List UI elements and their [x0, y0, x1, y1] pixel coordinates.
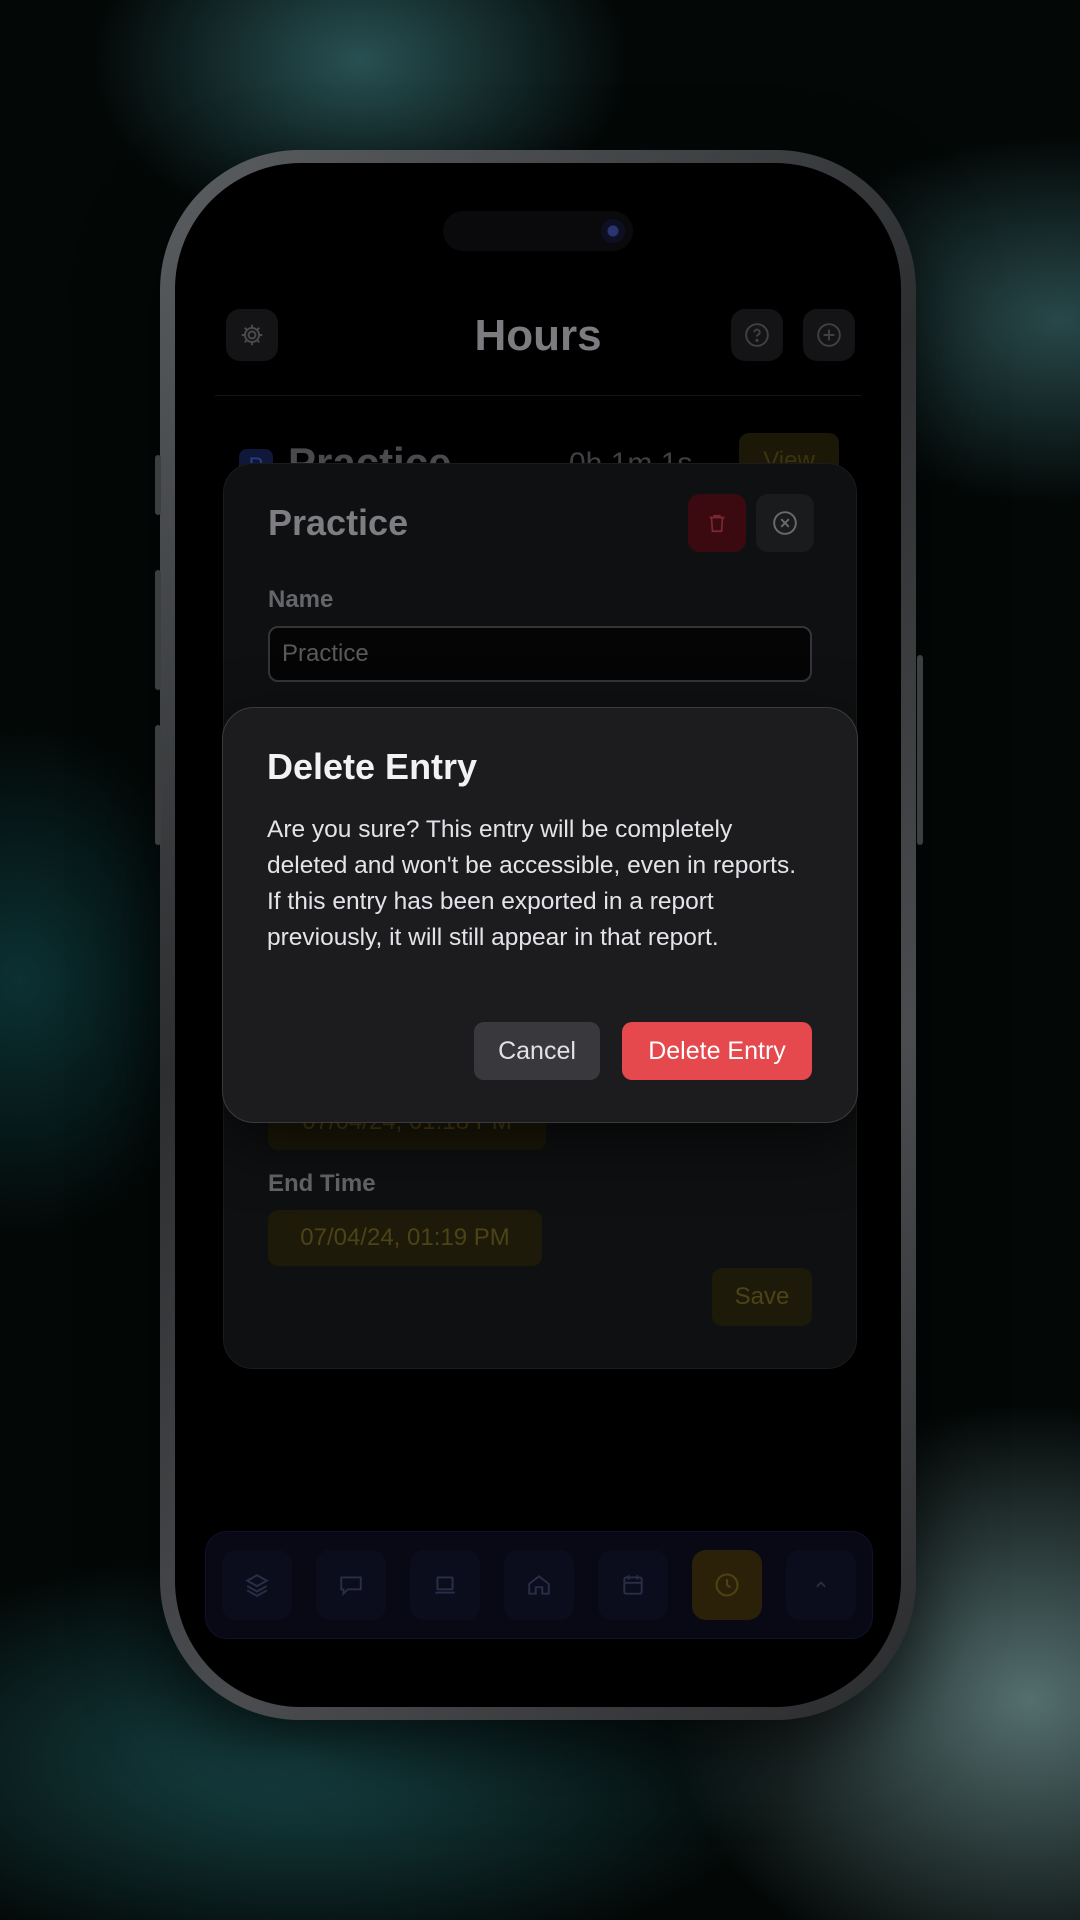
delete-button[interactable]	[688, 494, 746, 552]
tab-messages[interactable]	[316, 1550, 386, 1620]
phone-action-button	[155, 455, 161, 515]
bottom-tab-bar	[205, 1531, 873, 1639]
trash-icon	[709, 514, 725, 533]
name-label: Name	[268, 586, 334, 613]
tab-layers[interactable]	[222, 1550, 292, 1620]
header-divider	[215, 395, 861, 396]
layers-icon	[245, 1574, 269, 1597]
tab-home[interactable]	[504, 1550, 574, 1620]
tab-calendar[interactable]	[598, 1550, 668, 1620]
cancel-button[interactable]: Cancel	[474, 1022, 600, 1080]
home-icon	[528, 1575, 550, 1595]
chat-icon	[340, 1576, 362, 1597]
close-circle-icon	[773, 511, 797, 535]
edit-panel-title: Practice	[268, 502, 409, 543]
close-button[interactable]	[756, 494, 814, 552]
end-time-field[interactable]: 07/04/24, 01:19 PM	[268, 1210, 542, 1266]
name-input[interactable]	[268, 626, 812, 682]
phone-power-button	[917, 655, 923, 845]
clock-icon	[715, 1573, 739, 1597]
tab-hours[interactable]	[692, 1550, 762, 1620]
add-button[interactable]	[803, 309, 855, 361]
phone-volume-down-button	[155, 725, 161, 845]
phone-screen: Hours P Practice 0h 1m 1s View Practice	[175, 163, 901, 1707]
tab-devices[interactable]	[410, 1550, 480, 1620]
tab-more[interactable]	[786, 1550, 856, 1620]
laptop-icon	[435, 1576, 455, 1594]
save-button[interactable]: Save	[712, 1268, 812, 1326]
dialog-message: Are you sure? This entry will be complet…	[267, 816, 797, 951]
help-button[interactable]	[731, 309, 783, 361]
page-title: Hours	[474, 311, 602, 360]
confirm-delete-button[interactable]: Delete Entry	[622, 1022, 812, 1080]
plus-circle-icon	[817, 323, 841, 347]
help-icon	[745, 323, 769, 347]
chevron-up-icon	[816, 1581, 826, 1588]
calendar-icon	[623, 1575, 643, 1595]
dialog-title: Delete Entry	[267, 746, 478, 787]
phone-volume-up-button	[155, 570, 161, 690]
delete-entry-dialog: Delete Entry Are you sure? This entry wi…	[222, 707, 858, 1123]
end-time-label: End Time	[268, 1170, 376, 1197]
